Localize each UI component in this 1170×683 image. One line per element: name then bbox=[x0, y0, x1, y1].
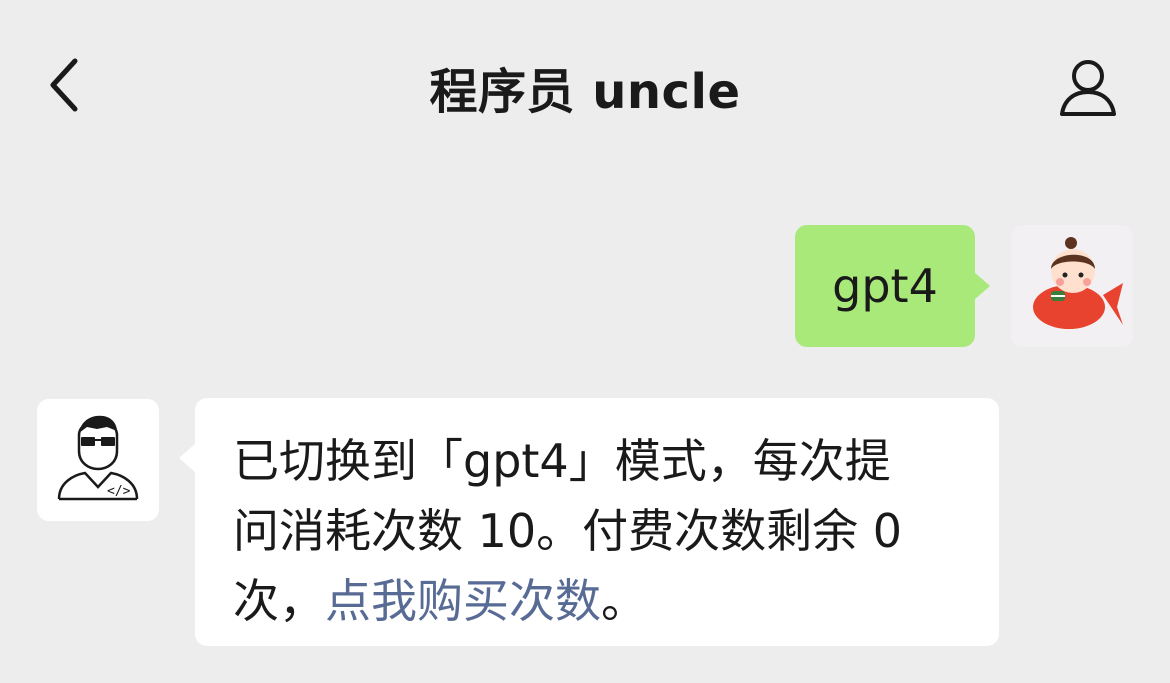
person-icon bbox=[1060, 60, 1116, 116]
bot-avatar[interactable]: </> bbox=[37, 399, 159, 521]
girl-cartoon-avatar-icon bbox=[1011, 225, 1133, 347]
incoming-message-bubble[interactable]: 已切换到「gpt4」模式，每次提 问消耗次数 10。付费次数剩余 0 次，点我购… bbox=[179, 398, 999, 646]
svg-text:</>: </> bbox=[107, 484, 131, 499]
message-line: 已切换到「gpt4」模式，每次提 bbox=[233, 434, 891, 488]
buy-credits-link[interactable]: 点我购买次数 bbox=[325, 574, 601, 628]
message-line: 问消耗次数 10。付费次数剩余 0 bbox=[233, 504, 903, 558]
profile-button[interactable] bbox=[1048, 48, 1128, 128]
outgoing-message-bubble[interactable]: gpt4 bbox=[795, 225, 990, 347]
chat-title: 程序员 uncle bbox=[429, 64, 741, 120]
message-line-prefix: 次， bbox=[233, 574, 325, 628]
chat-header: 程序员 uncle bbox=[0, 0, 1170, 170]
message-line: 次，点我购买次数。 bbox=[233, 566, 963, 636]
chat-screen: 程序员 uncle gpt4 </> 已切换到「gpt4」模式，每次提 问消耗次… bbox=[0, 0, 1170, 683]
my-avatar[interactable] bbox=[1011, 225, 1133, 347]
outgoing-message-text: gpt4 bbox=[832, 259, 938, 313]
programmer-avatar-icon: </> bbox=[37, 399, 159, 521]
message-line-suffix: 。 bbox=[601, 574, 647, 628]
